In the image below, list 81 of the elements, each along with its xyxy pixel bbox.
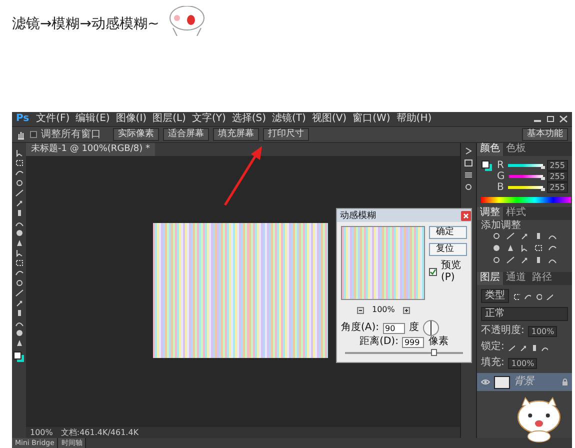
blend-mode-dropdown[interactable]: 正常: [481, 307, 568, 321]
lock-option-icon[interactable]: [519, 344, 526, 350]
lock-label: 锁定:: [481, 341, 504, 353]
angle-label: 角度(A):: [341, 322, 380, 334]
zoom-status: 100%: [30, 427, 53, 438]
panel-tab[interactable]: 色板: [503, 143, 529, 156]
post-text: 滤镜→模糊→动感模糊~: [12, 15, 160, 34]
tool-icon[interactable]: [14, 299, 24, 307]
option-button[interactable]: 填充屏幕: [213, 128, 259, 141]
restore-icon[interactable]: [546, 115, 555, 123]
menu-item[interactable]: 编辑(E): [72, 113, 113, 125]
menu-item[interactable]: 图层(L): [150, 113, 189, 125]
adjustment-icon[interactable]: [520, 232, 530, 240]
menu-item[interactable]: 滤镜(T): [269, 113, 309, 125]
color-spectrum[interactable]: [481, 197, 571, 203]
ok-button[interactable]: 确定: [429, 226, 467, 239]
panel-hint: 添加调整: [480, 220, 522, 232]
panel-tab[interactable]: 图层: [477, 272, 503, 285]
workspace-button[interactable]: 基本功能: [522, 128, 568, 141]
channel-label: B: [497, 182, 504, 194]
slider-thumb[interactable]: [540, 166, 545, 169]
option-button[interactable]: 适合屏幕: [163, 128, 209, 141]
menu-item[interactable]: 窗口(W): [350, 113, 394, 125]
opacity-field[interactable]: 100%: [528, 326, 558, 336]
lock-icon: [562, 378, 568, 386]
channel-value[interactable]: 255: [546, 171, 568, 182]
distance-label: 距离(D):: [360, 336, 398, 348]
document-tab[interactable]: 未标题-1 @ 100%(RGB/8) *: [26, 143, 155, 156]
panel-tab[interactable]: 通道: [503, 272, 529, 285]
slider-thumb[interactable]: [540, 188, 545, 191]
panel-tab[interactable]: 样式: [503, 207, 529, 220]
color-swatch-icon[interactable]: [481, 160, 493, 172]
layer-thumbnail: [494, 376, 510, 388]
angle-field[interactable]: 90: [383, 322, 406, 334]
distance-field[interactable]: 999: [402, 336, 424, 348]
menu-item[interactable]: 图像(I): [112, 113, 150, 125]
tool-icon[interactable]: [14, 199, 24, 207]
distance-unit: 像素: [428, 336, 448, 348]
close-icon[interactable]: [461, 210, 471, 220]
dialog-title: 动感模糊: [340, 210, 377, 222]
zoom-out-icon[interactable]: [357, 306, 364, 314]
checkbox-label: 调整所有窗口: [41, 128, 101, 140]
panel-tab[interactable]: 颜色: [477, 143, 503, 156]
angle-unit: 度: [409, 322, 420, 334]
channel-label: G: [497, 170, 505, 182]
fill-field[interactable]: 100%: [508, 358, 538, 368]
angle-dial[interactable]: [423, 320, 440, 336]
reset-button[interactable]: 复位: [429, 243, 467, 256]
cartoon-sticker: [167, 6, 208, 36]
checkbox[interactable]: [30, 131, 37, 138]
menu-item[interactable]: 文字(Y): [188, 113, 229, 125]
document-size: 文档:461.4K/461.4K: [60, 427, 139, 438]
menu-item[interactable]: 帮助(H): [393, 113, 435, 125]
dock-icon[interactable]: [464, 171, 473, 179]
app-logo: Ps: [15, 113, 30, 125]
close-icon[interactable]: [559, 115, 568, 123]
channel-value[interactable]: 255: [546, 160, 568, 171]
checkbox[interactable]: [429, 268, 437, 276]
menu-item[interactable]: 文件(F): [33, 113, 73, 125]
checkbox-label: 预览(P): [441, 260, 462, 284]
eye-icon[interactable]: [481, 379, 490, 385]
option-button[interactable]: 实际像素: [113, 128, 159, 141]
opacity-label: 不透明度:: [481, 325, 524, 337]
color-swatch-icon[interactable]: [13, 351, 25, 363]
dock-icon[interactable]: [464, 183, 473, 191]
channel-value[interactable]: 255: [546, 182, 568, 193]
adjustment-icon[interactable]: [520, 256, 530, 264]
menu-item[interactable]: 选择(S): [228, 113, 270, 125]
channel-label: R: [497, 160, 504, 172]
zoom-in-icon[interactable]: [402, 306, 410, 314]
slider-thumb[interactable]: [540, 177, 545, 180]
layer-name: 背景: [514, 376, 536, 388]
zoom-level: 100%: [372, 304, 395, 316]
filter-dropdown[interactable]: 类型: [481, 289, 509, 303]
slider-thumb[interactable]: [430, 349, 436, 356]
menu-item[interactable]: 视图(V): [308, 113, 350, 125]
panel-tab[interactable]: 路径: [529, 272, 555, 285]
fill-label: 填充:: [481, 357, 504, 369]
panel-tab[interactable]: 调整: [477, 207, 503, 220]
lock-option-icon[interactable]: [508, 344, 516, 350]
option-button[interactable]: 打印尺寸: [263, 128, 309, 141]
